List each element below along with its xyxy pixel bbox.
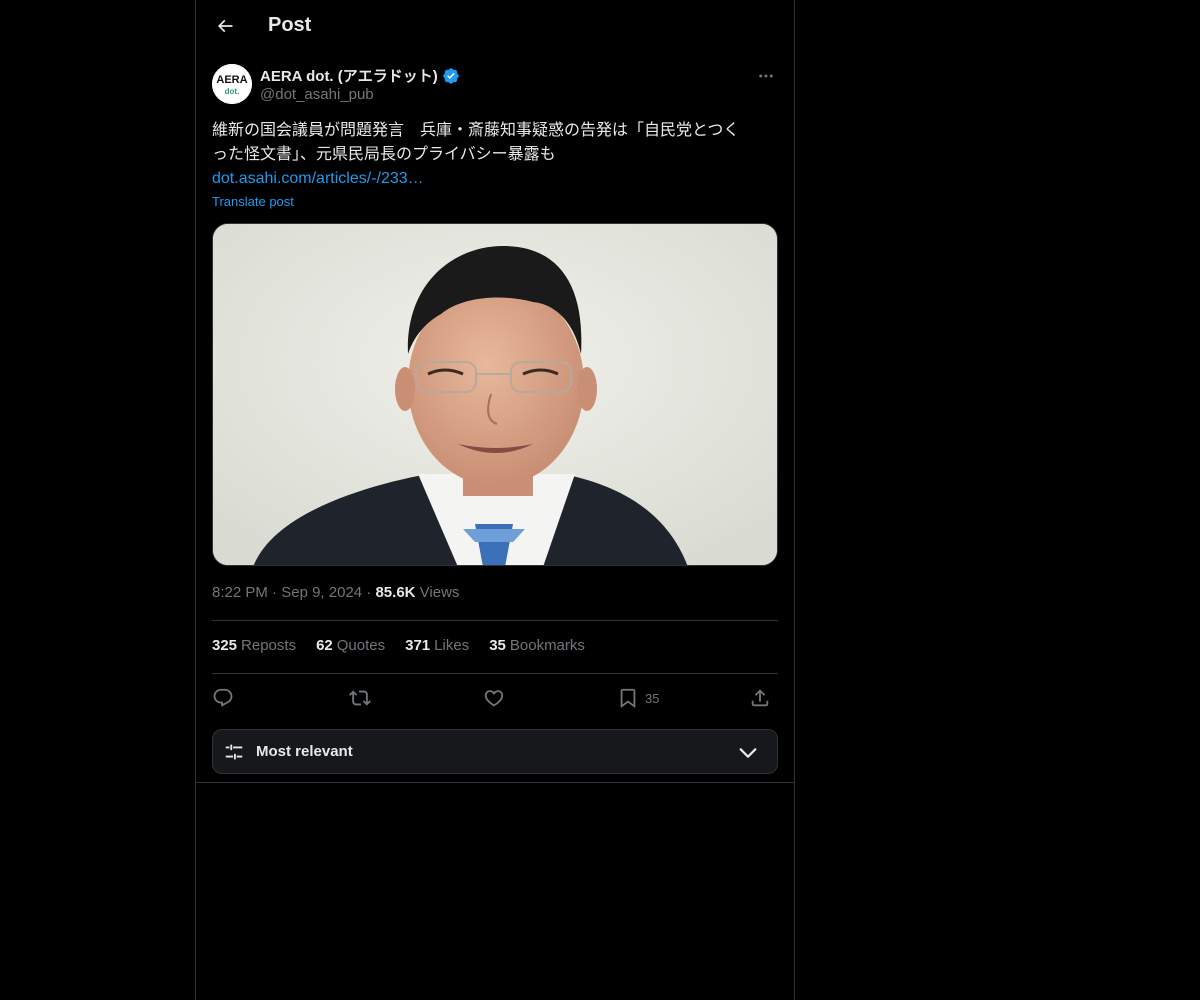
action-bar: 35 <box>212 683 778 713</box>
divider <box>212 620 778 621</box>
post-link[interactable]: dot.asahi.com/articles/-/233… <box>212 167 778 191</box>
meta-separator: · <box>366 584 372 601</box>
arrow-left-icon <box>217 19 233 33</box>
quotes-stat[interactable]: 62 Quotes <box>316 637 385 654</box>
post-text: 維新の国会議員が問題発言 兵庫・斎藤知事疑惑の告発は「自民党とつく った怪文書」… <box>212 119 778 191</box>
meta-separator: · <box>272 584 278 601</box>
divider <box>196 782 794 783</box>
heart-icon <box>484 690 504 707</box>
post-time[interactable]: 8:22 PM <box>212 584 268 601</box>
page-title: Post <box>268 14 312 36</box>
verified-badge-icon <box>442 67 460 85</box>
avatar-text-bottom: dot. <box>225 87 240 96</box>
bookmarks-stat[interactable]: 35 Bookmarks <box>489 637 585 654</box>
reposts-stat[interactable]: 325 Reposts <box>212 637 296 654</box>
sort-filter-icon <box>225 744 243 760</box>
bookmark-icon <box>620 688 636 709</box>
share-button[interactable] <box>749 686 771 710</box>
reply-button[interactable] <box>212 686 234 710</box>
main-column: Post AERA dot. AERA dot. (アエラドット) @dot_a… <box>195 0 795 1000</box>
handle[interactable]: @dot_asahi_pub <box>260 86 374 103</box>
top-bar: Post <box>196 0 794 54</box>
bookmark-count: 35 <box>645 690 660 706</box>
views-count: 85.6K <box>375 584 416 601</box>
views-label: Views <box>419 584 460 601</box>
avatar-text-top: AERA <box>216 74 247 86</box>
translate-post-link[interactable]: Translate post <box>212 194 294 209</box>
sort-label: Most relevant <box>256 743 353 760</box>
share-icon <box>751 689 769 707</box>
avatar[interactable]: AERA dot. <box>212 64 252 104</box>
repost-button[interactable] <box>349 686 371 710</box>
engagement-stats: 325 Reposts 62 Quotes 371 Likes 35 Bookmarks <box>212 637 585 654</box>
more-options-button[interactable] <box>754 64 778 88</box>
more-icon <box>759 74 773 78</box>
display-name[interactable]: AERA dot. (アエラドット) <box>260 65 438 86</box>
divider <box>212 673 778 674</box>
post-text-line-1: 維新の国会議員が問題発言 兵庫・斎藤知事疑惑の告発は「自民党とつく <box>212 122 740 139</box>
media-photo <box>213 224 777 565</box>
reply-icon <box>213 688 233 707</box>
name-row: AERA dot. (アエラドット) <box>260 65 460 86</box>
chevron-down-icon <box>739 748 757 758</box>
avatar-logo: AERA dot. <box>212 64 252 104</box>
post-media-image[interactable] <box>212 223 778 566</box>
bookmark-button[interactable]: 35 <box>617 686 659 710</box>
repost-icon <box>349 690 371 706</box>
back-button[interactable] <box>208 9 242 43</box>
post-text-line-2: った怪文書」、元県民局長のプライバシー暴露も <box>212 146 556 163</box>
like-button[interactable] <box>483 686 505 710</box>
reply-sort-dropdown[interactable]: Most relevant <box>212 729 778 774</box>
post-date[interactable]: Sep 9, 2024 <box>281 584 362 601</box>
post-author: AERA dot. AERA dot. (アエラドット) @dot_asahi_… <box>212 64 778 108</box>
likes-stat[interactable]: 371 Likes <box>405 637 469 654</box>
post-meta: 8:22 PM · Sep 9, 2024 · 85.6K Views <box>212 584 459 601</box>
